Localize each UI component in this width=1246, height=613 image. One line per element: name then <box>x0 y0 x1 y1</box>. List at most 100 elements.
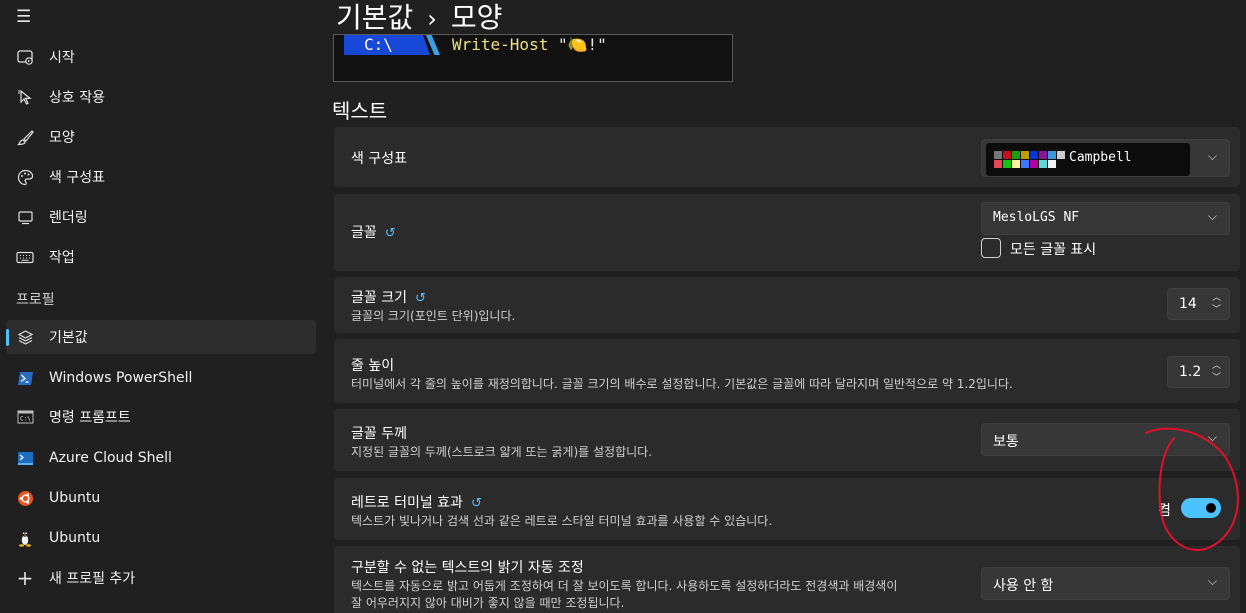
setting-title: 색 구성표 <box>351 151 407 167</box>
font-size-stepper[interactable]: 14 ︿ ﹀ <box>1167 288 1230 320</box>
brush-icon <box>15 127 35 147</box>
sidebar-item-label: 명령 프롬프트 <box>49 410 131 426</box>
plus-icon: + <box>16 566 34 590</box>
chevron-down-icon: ⌵ <box>1207 209 1217 223</box>
sidebar-item-actions[interactable]: 작업 <box>6 240 316 274</box>
sidebar-item-label: Windows PowerShell <box>49 370 193 386</box>
sidebar-item-startup[interactable]: 시작 <box>6 40 316 74</box>
powershell-icon <box>15 368 35 388</box>
sidebar-item-label: 작업 <box>49 250 75 266</box>
color-scheme-value: Campbell <box>1069 150 1132 165</box>
startup-icon <box>15 47 35 67</box>
reset-icon[interactable]: ↺ <box>415 291 426 306</box>
ubuntu-icon <box>15 488 35 508</box>
font-dropdown[interactable]: MesloLGS NF ⌵ <box>981 202 1230 235</box>
sidebar-item-label: Ubuntu <box>49 530 101 546</box>
setting-title: 줄 높이 <box>351 358 395 374</box>
setting-font-weight: 글꼴 두께 지정된 글꼴의 두께(스트로크 얇게 또는 굵게)를 설정합니다. … <box>334 409 1240 471</box>
font-weight-value: 보통 <box>993 434 1019 450</box>
keyboard-icon <box>15 247 35 267</box>
show-all-fonts-checkbox[interactable] <box>981 238 1001 258</box>
setting-title: 글꼴 두께 <box>351 426 407 442</box>
setting-description-line-2: 잘 어우러지지 않아 대비가 좋지 않을 때만 조정됩니다. <box>351 596 625 610</box>
breadcrumb: 기본값 › 모양 <box>336 0 502 36</box>
sidebar-add-profile[interactable]: + 새 프로필 추가 <box>6 561 316 595</box>
breadcrumb-separator: › <box>427 5 437 33</box>
sidebar-profile-ubuntu-2[interactable]: Ubuntu <box>6 521 316 555</box>
auto-brightness-value: 사용 안 함 <box>993 578 1054 594</box>
font-value: MesloLGS NF <box>993 210 1080 225</box>
color-swatch <box>1039 151 1047 159</box>
sidebar-item-color-schemes[interactable]: 색 구성표 <box>6 160 316 194</box>
line-height-stepper[interactable]: 1.2 ︿ ﹀ <box>1167 356 1230 388</box>
setting-auto-brightness: 구분할 수 없는 텍스트의 밝기 자동 조정 텍스트를 자동으로 밝고 어둡게 … <box>334 546 1240 613</box>
show-all-fonts-label: 모든 글꼴 표시 <box>1010 242 1097 258</box>
linux-penguin-icon <box>15 528 35 548</box>
sidebar-profile-ubuntu-1[interactable]: Ubuntu <box>6 481 316 515</box>
sidebar-item-label: 색 구성표 <box>49 170 105 186</box>
color-swatch <box>1057 151 1065 159</box>
sidebar-profile-azure[interactable]: Azure Cloud Shell <box>6 441 316 475</box>
sidebar-item-label: Azure Cloud Shell <box>49 450 172 466</box>
preview-prompt: C:\ <box>344 35 430 55</box>
sidebar-item-label: 렌더링 <box>49 210 88 226</box>
setting-title-text: 레트로 터미널 효과 <box>351 495 463 511</box>
layers-icon <box>15 327 35 347</box>
font-size-value: 14 <box>1179 296 1197 312</box>
setting-description: 지정된 글꼴의 두께(스트로크 얇게 또는 굵게)를 설정합니다. <box>351 445 653 459</box>
setting-title-text: 글꼴 <box>351 225 377 241</box>
sidebar-profile-cmd[interactable]: C:\ 명령 프롬프트 <box>6 400 316 434</box>
sidebar-item-appearance[interactable]: 모양 <box>6 120 316 154</box>
color-swatch <box>994 160 1002 168</box>
color-swatch <box>1057 160 1065 168</box>
toggle-knob <box>1206 503 1216 513</box>
svg-text:C:\: C:\ <box>20 416 31 423</box>
profiles-header: 프로필 <box>16 292 55 308</box>
retro-toggle-label: 켬 <box>1158 503 1171 519</box>
reset-icon[interactable]: ↺ <box>471 496 482 511</box>
sidebar-item-label: 모양 <box>49 130 75 146</box>
color-swatch <box>1048 160 1056 168</box>
color-swatch <box>994 151 1002 159</box>
setting-font-size: 글꼴 크기 ↺ 글꼴의 크기(포인트 단위)입니다. 14 ︿ ﹀ <box>334 277 1240 333</box>
color-swatch <box>1021 151 1029 159</box>
main-content: 기본값 › 모양 C:\ Write-Host "🍋!" 텍스트 색 구성표 Cam… <box>322 0 1246 613</box>
color-swatch <box>1021 160 1029 168</box>
auto-brightness-dropdown[interactable]: 사용 안 함 ⌵ <box>981 567 1230 600</box>
stepper-arrows-icon[interactable]: ︿ ﹀ <box>1212 292 1221 316</box>
setting-retro-effect: 레트로 터미널 효과 ↺ 텍스트가 빛나거나 검색 선과 같은 레트로 스타일 터… <box>334 478 1240 540</box>
stepper-arrows-icon[interactable]: ︿ ﹀ <box>1212 360 1221 384</box>
setting-title: 구분할 수 없는 텍스트의 밝기 자동 조정 <box>351 560 584 576</box>
sidebar-item-label: 상호 작용 <box>49 90 105 106</box>
sidebar-item-interaction[interactable]: 상호 작용 <box>6 80 316 114</box>
palette-icon <box>15 167 35 187</box>
sidebar-profile-powershell[interactable]: Windows PowerShell <box>6 361 316 395</box>
color-scheme-dropdown[interactable]: Campbell ⌵ <box>981 139 1230 177</box>
sidebar-item-rendering[interactable]: 렌더링 <box>6 200 316 234</box>
monitor-icon <box>15 207 35 227</box>
setting-title: 글꼴 크기 ↺ <box>351 287 426 307</box>
color-swatch <box>1003 151 1011 159</box>
preview-command-argument: "🍋!" <box>557 35 607 54</box>
sidebar: ☰ 시작 상호 작용 모양 색 구성표 렌더링 작업 프로필 기본값 Windo… <box>0 0 322 613</box>
chevron-down-icon: ⌵ <box>1207 430 1217 444</box>
font-weight-dropdown[interactable]: 보통 ⌵ <box>981 423 1230 456</box>
cmd-icon: C:\ <box>15 407 35 427</box>
breadcrumb-current: 모양 <box>450 1 503 34</box>
setting-color-scheme: 색 구성표 Campbell ⌵ <box>334 127 1240 187</box>
color-swatch <box>1048 151 1056 159</box>
retro-toggle[interactable] <box>1181 498 1221 518</box>
azure-icon <box>15 448 35 468</box>
chevron-down-icon: ⌵ <box>1207 574 1217 588</box>
sidebar-item-label: 새 프로필 추가 <box>49 571 136 587</box>
setting-font: 글꼴 ↺ MesloLGS NF ⌵ 모든 글꼴 표시 <box>334 194 1240 271</box>
sidebar-profile-defaults[interactable]: 기본값 <box>6 320 316 354</box>
sidebar-item-label: 기본값 <box>49 330 88 346</box>
breadcrumb-parent[interactable]: 기본값 <box>336 1 413 34</box>
reset-icon[interactable]: ↺ <box>385 226 396 241</box>
setting-title-text: 글꼴 크기 <box>351 290 407 306</box>
hamburger-icon[interactable]: ☰ <box>16 9 34 26</box>
setting-description: 텍스트를 자동으로 밝고 어둡게 조정하여 더 잘 보이도록 합니다. 사용하도… <box>351 579 898 593</box>
color-swatch <box>1012 151 1020 159</box>
sidebar-item-label: 시작 <box>49 50 75 66</box>
